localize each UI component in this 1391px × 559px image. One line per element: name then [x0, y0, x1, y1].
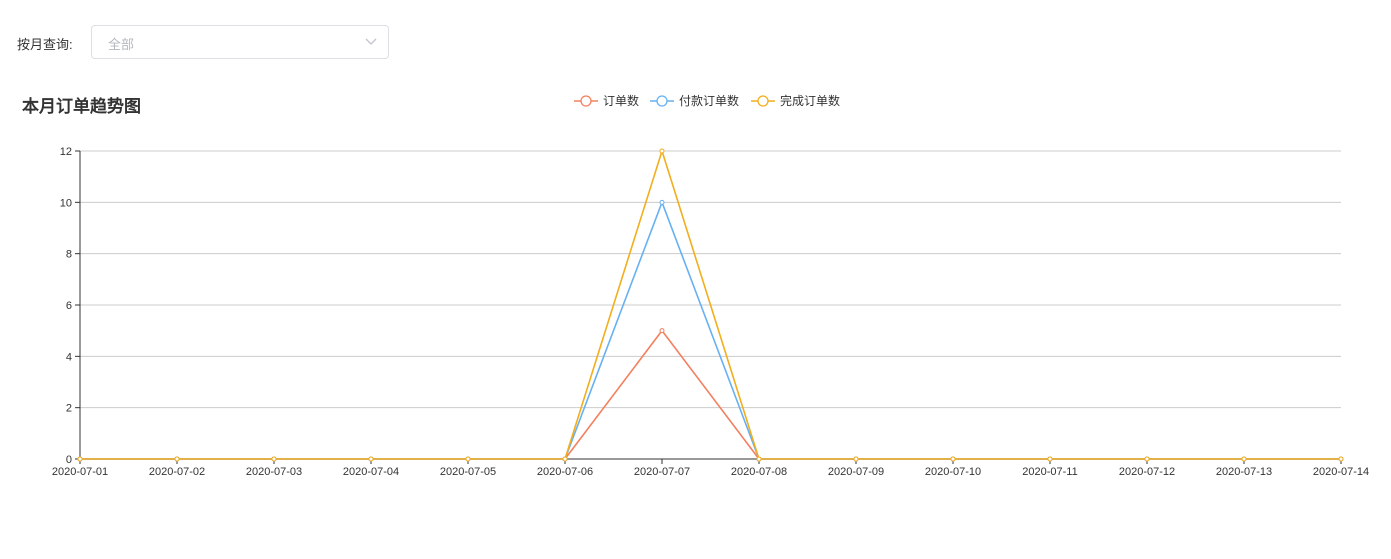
data-point[interactable] — [174, 456, 180, 462]
legend-marker-icon — [580, 95, 592, 107]
series-1 — [77, 328, 1344, 462]
axes: 0 2 4 6 8 10 12 2020-07-01 2020-07-02 2020-07-03 2… — [52, 146, 1369, 478]
x-tick-label: 2020-07-08 — [731, 466, 787, 478]
data-point[interactable] — [1338, 456, 1344, 462]
x-tick-label: 2020-07-02 — [149, 466, 205, 478]
data-point[interactable] — [853, 456, 859, 462]
x-tick-label: 2020-07-04 — [343, 466, 399, 478]
legend-label: 完成订单数 — [780, 93, 840, 108]
x-tick-label: 2020-07-13 — [1216, 466, 1272, 478]
x-tick-label: 2020-07-09 — [828, 466, 884, 478]
data-point[interactable] — [659, 328, 665, 334]
series-2 — [77, 199, 1344, 462]
x-tick-label: 2020-07-12 — [1119, 466, 1175, 478]
x-tick-label: 2020-07-11 — [1022, 466, 1077, 478]
legend: 订单数 付款订单数 完成订单数 — [574, 93, 840, 108]
series-line — [80, 201, 1341, 460]
legend-item[interactable]: 订单数 — [574, 93, 639, 108]
y-tick-label: 10 — [60, 197, 72, 209]
y-tick-label: 0 — [66, 454, 72, 466]
y-tick-label: 8 — [66, 249, 72, 261]
data-point[interactable] — [1241, 456, 1247, 462]
data-point[interactable] — [77, 456, 83, 462]
data-point[interactable] — [1047, 456, 1053, 462]
data-point[interactable] — [659, 148, 665, 154]
legend-label: 订单数 — [603, 93, 639, 108]
legend-marker-icon — [757, 95, 769, 107]
line-chart: 0 2 4 6 8 10 12 2020-07-01 2020-07-02 2020-07-03 2… — [52, 93, 1369, 478]
data-point[interactable] — [465, 456, 471, 462]
data-point[interactable] — [1144, 456, 1150, 462]
y-tick-label: 12 — [60, 146, 72, 158]
x-tick-label: 2020-07-07 — [634, 466, 690, 478]
legend-item[interactable]: 付款订单数 — [650, 93, 739, 108]
x-tick-label: 2020-07-14 — [1313, 466, 1369, 478]
series-line — [80, 329, 1341, 460]
legend-label: 付款订单数 — [679, 93, 739, 108]
data-point[interactable] — [659, 199, 665, 205]
x-tick-label: 2020-07-06 — [537, 466, 593, 478]
data-point[interactable] — [271, 456, 277, 462]
data-point[interactable] — [950, 456, 956, 462]
data-point[interactable] — [756, 456, 762, 462]
x-tick-label: 2020-07-03 — [246, 466, 302, 478]
legend-item[interactable]: 完成订单数 — [751, 93, 840, 108]
y-tick-label: 2 — [66, 403, 72, 415]
legend-marker-icon — [656, 95, 668, 107]
data-point[interactable] — [368, 456, 374, 462]
data-point[interactable] — [562, 456, 568, 462]
x-tick-label: 2020-07-05 — [440, 466, 496, 478]
y-tick-label: 4 — [66, 351, 72, 363]
x-tick-label: 2020-07-01 — [52, 466, 108, 478]
y-tick-label: 6 — [66, 300, 72, 312]
x-tick-label: 2020-07-10 — [925, 466, 981, 478]
